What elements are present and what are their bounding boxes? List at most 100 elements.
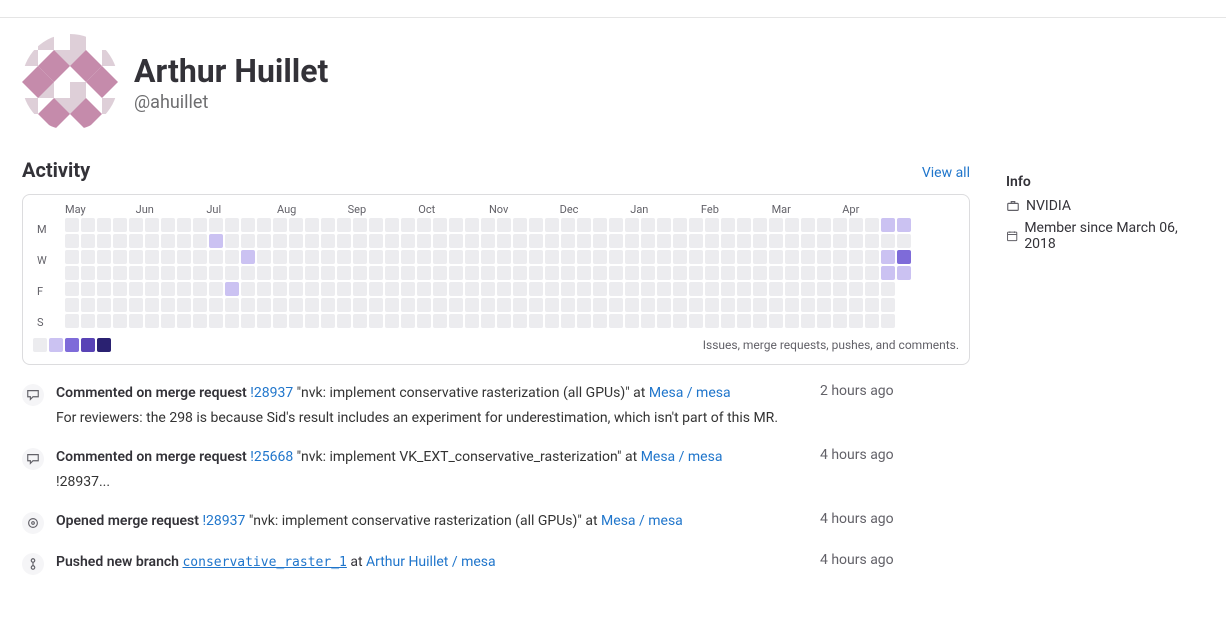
- contribution-cell[interactable]: [81, 266, 95, 280]
- contribution-cell[interactable]: [721, 282, 735, 296]
- contribution-cell[interactable]: [689, 266, 703, 280]
- contribution-cell[interactable]: [385, 298, 399, 312]
- contribution-cell[interactable]: [833, 266, 847, 280]
- contribution-cell[interactable]: [657, 282, 671, 296]
- contribution-cell[interactable]: [561, 298, 575, 312]
- project-link[interactable]: Mesa / mesa: [641, 449, 723, 465]
- contribution-cell[interactable]: [705, 298, 719, 312]
- contribution-cell[interactable]: [81, 314, 95, 328]
- contribution-cell[interactable]: [97, 314, 111, 328]
- contribution-cell[interactable]: [289, 314, 303, 328]
- contribution-cell[interactable]: [177, 298, 191, 312]
- contribution-cell[interactable]: [337, 234, 351, 248]
- contribution-cell[interactable]: [721, 218, 735, 232]
- contribution-cell[interactable]: [305, 218, 319, 232]
- contribution-cell[interactable]: [561, 234, 575, 248]
- contribution-cell[interactable]: [833, 218, 847, 232]
- contribution-cell[interactable]: [369, 266, 383, 280]
- contribution-cell[interactable]: [241, 234, 255, 248]
- contribution-cell[interactable]: [273, 218, 287, 232]
- contribution-cell[interactable]: [401, 234, 415, 248]
- contribution-cell[interactable]: [833, 282, 847, 296]
- contribution-cell[interactable]: [97, 282, 111, 296]
- contribution-cell[interactable]: [113, 234, 127, 248]
- contribution-cell[interactable]: [433, 234, 447, 248]
- contribution-cell[interactable]: [305, 314, 319, 328]
- contribution-cell[interactable]: [897, 218, 911, 232]
- contribution-cell[interactable]: [193, 250, 207, 264]
- contribution-cell[interactable]: [177, 282, 191, 296]
- contribution-cell[interactable]: [209, 234, 223, 248]
- contribution-cell[interactable]: [449, 314, 463, 328]
- contribution-cell[interactable]: [593, 250, 607, 264]
- contribution-cell[interactable]: [481, 250, 495, 264]
- contribution-cell[interactable]: [177, 314, 191, 328]
- contribution-cell[interactable]: [673, 266, 687, 280]
- contribution-cell[interactable]: [465, 298, 479, 312]
- contribution-cell[interactable]: [369, 218, 383, 232]
- contribution-cell[interactable]: [657, 250, 671, 264]
- contribution-cell[interactable]: [81, 282, 95, 296]
- contribution-cell[interactable]: [593, 266, 607, 280]
- contribution-cell[interactable]: [529, 314, 543, 328]
- contribution-cell[interactable]: [881, 266, 895, 280]
- contribution-cell[interactable]: [577, 266, 591, 280]
- contribution-cell[interactable]: [833, 314, 847, 328]
- contribution-cell[interactable]: [369, 250, 383, 264]
- contribution-cell[interactable]: [705, 218, 719, 232]
- contribution-cell[interactable]: [417, 250, 431, 264]
- contribution-cell[interactable]: [161, 282, 175, 296]
- contribution-cell[interactable]: [545, 298, 559, 312]
- contribution-cell[interactable]: [529, 298, 543, 312]
- contribution-cell[interactable]: [801, 266, 815, 280]
- contribution-cell[interactable]: [225, 314, 239, 328]
- contribution-cell[interactable]: [401, 298, 415, 312]
- contribution-cell[interactable]: [513, 218, 527, 232]
- contribution-cell[interactable]: [273, 250, 287, 264]
- contribution-cell[interactable]: [289, 298, 303, 312]
- contribution-cell[interactable]: [737, 250, 751, 264]
- contribution-cell[interactable]: [625, 298, 639, 312]
- contribution-cell[interactable]: [385, 234, 399, 248]
- contribution-cell[interactable]: [737, 298, 751, 312]
- contribution-cell[interactable]: [65, 266, 79, 280]
- contribution-cell[interactable]: [577, 250, 591, 264]
- contribution-cell[interactable]: [657, 218, 671, 232]
- contribution-cell[interactable]: [97, 250, 111, 264]
- contribution-cell[interactable]: [593, 234, 607, 248]
- contribution-cell[interactable]: [337, 218, 351, 232]
- contribution-cell[interactable]: [673, 234, 687, 248]
- contribution-cell[interactable]: [65, 298, 79, 312]
- contribution-cell[interactable]: [129, 298, 143, 312]
- contribution-cell[interactable]: [145, 282, 159, 296]
- contribution-cell[interactable]: [689, 234, 703, 248]
- contribution-cell[interactable]: [145, 298, 159, 312]
- contribution-cell[interactable]: [625, 282, 639, 296]
- contribution-cell[interactable]: [609, 298, 623, 312]
- contribution-cell[interactable]: [705, 314, 719, 328]
- contribution-cell[interactable]: [353, 250, 367, 264]
- contribution-cell[interactable]: [337, 250, 351, 264]
- contribution-cell[interactable]: [849, 314, 863, 328]
- contribution-cell[interactable]: [817, 266, 831, 280]
- contribution-cell[interactable]: [689, 282, 703, 296]
- contribution-cell[interactable]: [609, 218, 623, 232]
- contribution-cell[interactable]: [161, 234, 175, 248]
- contribution-cell[interactable]: [321, 314, 335, 328]
- contribution-cell[interactable]: [465, 314, 479, 328]
- contribution-cell[interactable]: [705, 250, 719, 264]
- contribution-cell[interactable]: [753, 266, 767, 280]
- contribution-cell[interactable]: [561, 250, 575, 264]
- contribution-cell[interactable]: [609, 282, 623, 296]
- contribution-cell[interactable]: [225, 298, 239, 312]
- contribution-cell[interactable]: [305, 250, 319, 264]
- contribution-cell[interactable]: [577, 298, 591, 312]
- contribution-cell[interactable]: [273, 282, 287, 296]
- contribution-cell[interactable]: [81, 234, 95, 248]
- contribution-cell[interactable]: [849, 282, 863, 296]
- contribution-cell[interactable]: [737, 282, 751, 296]
- contribution-cell[interactable]: [801, 298, 815, 312]
- contribution-cell[interactable]: [81, 250, 95, 264]
- contribution-cell[interactable]: [161, 314, 175, 328]
- contribution-cell[interactable]: [209, 250, 223, 264]
